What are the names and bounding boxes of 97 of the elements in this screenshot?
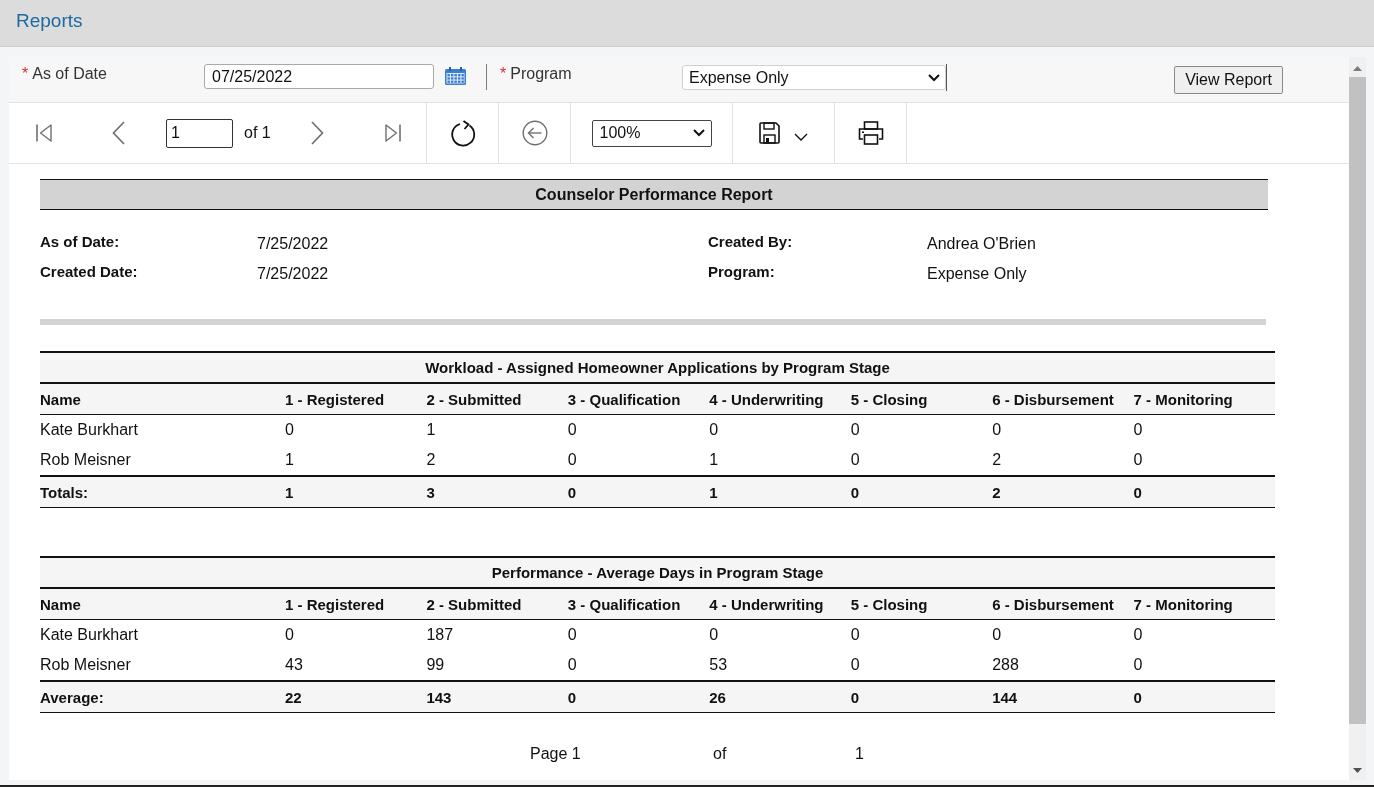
table-cell-text: 1 xyxy=(426,420,437,440)
table-title: Performance - Average Days in Program Stage xyxy=(40,556,1275,589)
column-header: 7 - Monitoring xyxy=(1133,389,1234,410)
column-header: 4 - Underwriting xyxy=(709,594,825,615)
table-cell-text: 0 xyxy=(1133,625,1144,645)
table-cell-text: 0 xyxy=(709,625,720,645)
column-header: 6 - Disbursement xyxy=(992,389,1115,410)
column-header: 1 - Registered xyxy=(285,389,386,410)
table-cell-text: 2 xyxy=(426,450,437,470)
detail-label: Created Date: xyxy=(40,263,139,280)
summary-cell-text: Totals: xyxy=(40,482,90,503)
table-cell-text: 0 xyxy=(709,420,720,440)
table-cell-text: 1 xyxy=(285,450,295,470)
detail-value: Expense Only xyxy=(927,265,1028,283)
table-cell-text: Kate Burkhart xyxy=(40,420,139,440)
caret-up-icon[interactable] xyxy=(1353,66,1362,71)
table-cell-text: 99 xyxy=(426,655,446,675)
column-header: 3 - Qualification xyxy=(567,594,682,615)
summary-cell-text: 0 xyxy=(850,482,861,503)
table-cell-text: 0 xyxy=(850,450,861,470)
summary-cell-text: 0 xyxy=(567,687,578,708)
view-report-button[interactable]: View Report xyxy=(1174,66,1283,94)
required-asterisk: * xyxy=(500,64,507,84)
summary-cell-text: 0 xyxy=(1133,687,1143,708)
table-cell-text: 0 xyxy=(285,625,295,645)
column-header: 3 - Qualification xyxy=(567,389,682,410)
summary-cell-text: 2 xyxy=(992,482,1002,503)
column-header: 4 - Underwriting xyxy=(709,389,825,410)
column-header: 7 - Monitoring xyxy=(1133,594,1234,615)
summary-cell-text: 3 xyxy=(426,482,436,503)
table-cell-text: 0 xyxy=(1133,420,1144,440)
table-cell-text: 0 xyxy=(567,420,578,440)
table-cell-text: 288 xyxy=(992,655,1020,675)
table-cell-text: Rob Meisner xyxy=(40,655,132,675)
summary-cell-text: 0 xyxy=(567,482,578,503)
refresh-icon[interactable] xyxy=(449,119,476,147)
column-header: 6 - Disbursement xyxy=(992,594,1115,615)
column-header: 5 - Closing xyxy=(850,389,929,410)
field-label: Program xyxy=(510,64,572,84)
table-cell-text: 0 xyxy=(850,655,861,675)
summary-cell-text: 0 xyxy=(1133,482,1143,503)
date-field[interactable]: 07/25/2022 xyxy=(204,64,434,89)
summary-cell-text: 1 xyxy=(285,482,295,503)
page-title: Reports xyxy=(16,9,83,32)
chevron-down-icon xyxy=(692,129,705,137)
summary-cell-text: 22 xyxy=(285,687,303,708)
column-header: 5 - Closing xyxy=(850,594,929,615)
summary-cell-text: 1 xyxy=(709,482,719,503)
table-title: Workload - Assigned Homeowner Applications by Program Stage xyxy=(40,351,1275,384)
table-cell-text: 53 xyxy=(709,655,729,675)
footer-text: Page 1 xyxy=(530,745,581,763)
column-header: Name xyxy=(40,389,82,410)
printer-icon[interactable] xyxy=(857,121,884,145)
detail-label: As of Date: xyxy=(40,233,121,250)
table-cell-text: 0 xyxy=(567,655,578,675)
table-cell-text: 0 xyxy=(850,420,861,440)
zoom-select[interactable]: 100% xyxy=(591,119,712,147)
column-header: 2 - Submitted xyxy=(426,594,523,615)
table-cell-text: 0 xyxy=(567,625,578,645)
footer-text: of xyxy=(713,745,727,763)
detail-value: 7/25/2022 xyxy=(257,265,330,283)
summary-cell-text: 143 xyxy=(426,687,453,708)
page-count-text: of 1 xyxy=(244,124,271,142)
detail-label: Created By: xyxy=(708,233,794,250)
table-cell-text: 0 xyxy=(992,420,1003,440)
column-header: 1 - Registered xyxy=(285,594,386,615)
table-cell-text: 0 xyxy=(1133,655,1144,675)
table-cell-text: 0 xyxy=(567,450,578,470)
footer-text: 1 xyxy=(855,745,864,763)
program-select[interactable]: Expense Only xyxy=(682,65,946,90)
table-cell-text: Kate Burkhart xyxy=(40,625,139,645)
summary-cell-text: Average: xyxy=(40,687,105,708)
table-cell-text: 1 xyxy=(709,450,720,470)
table-cell-text: 0 xyxy=(850,625,861,645)
table-cell-text: 0 xyxy=(1133,450,1144,470)
calendar-icon[interactable] xyxy=(445,67,466,85)
table-cell-text: 0 xyxy=(992,625,1003,645)
summary-cell-text: 26 xyxy=(709,687,727,708)
detail-label: Program: xyxy=(708,263,776,280)
summary-cell-text: 144 xyxy=(992,687,1019,708)
summary-cell-text: 0 xyxy=(850,687,861,708)
table-cell-text: 0 xyxy=(285,420,295,440)
table-cell-text: 187 xyxy=(426,625,455,645)
detail-value: 7/25/2022 xyxy=(257,235,330,253)
chevron-down-icon xyxy=(928,73,940,82)
caret-down-icon[interactable] xyxy=(1353,768,1362,773)
field-label: As of Date xyxy=(32,64,107,84)
page-number-field[interactable]: 1 xyxy=(166,118,233,148)
caret-down-icon[interactable] xyxy=(794,132,808,141)
required-asterisk: * xyxy=(22,64,29,84)
column-header: 2 - Submitted xyxy=(426,389,523,410)
report-title: Counselor Performance Report xyxy=(40,179,1268,210)
detail-value: Andrea O'Brien xyxy=(927,235,1037,253)
table-cell-text: Rob Meisner xyxy=(40,450,132,470)
table-cell-text: 2 xyxy=(992,450,1003,470)
column-header: Name xyxy=(40,594,82,615)
table-cell-text: 43 xyxy=(285,655,304,675)
